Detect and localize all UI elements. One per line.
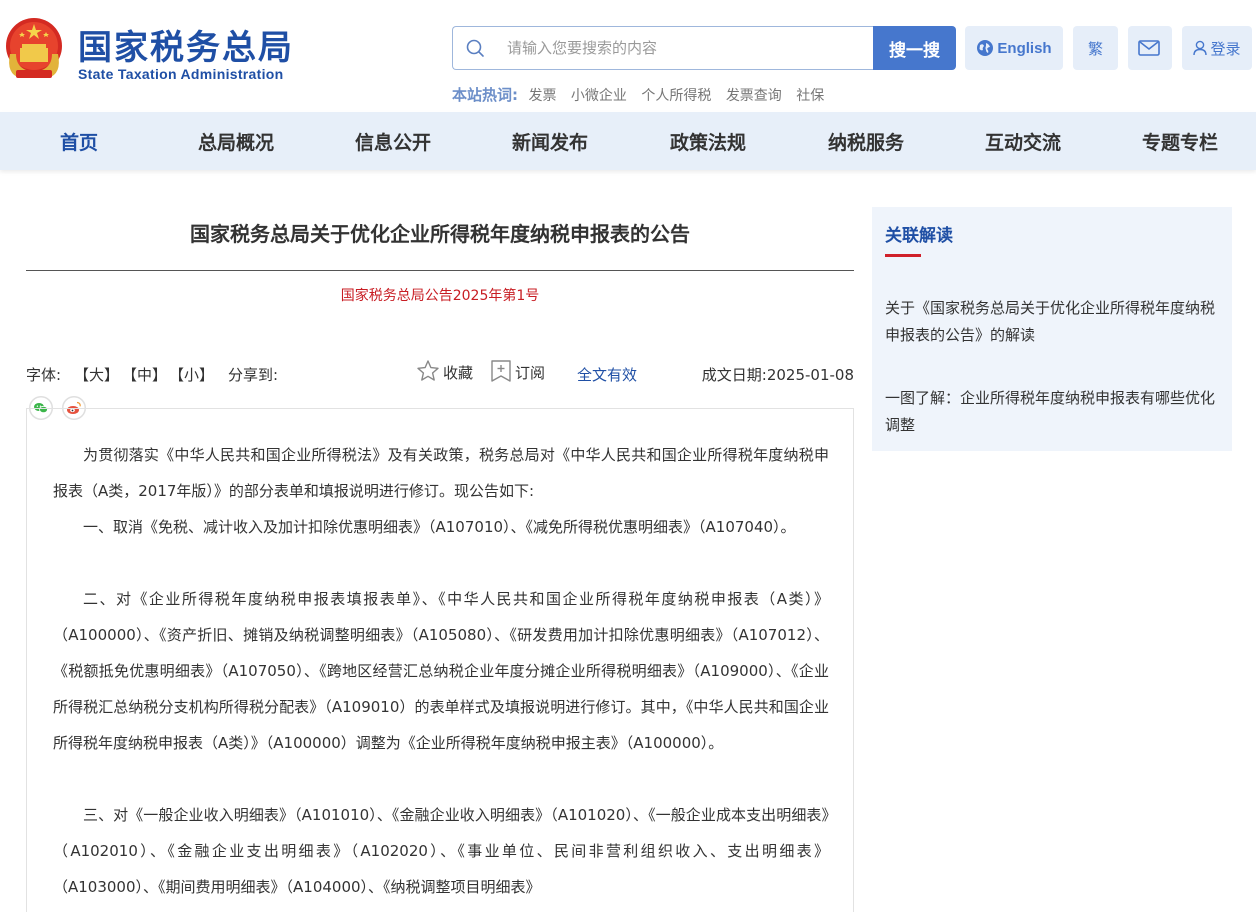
search-icon	[466, 39, 484, 57]
nav-item-special-topics[interactable]: 专题专栏	[1142, 112, 1218, 170]
search-input[interactable]	[507, 27, 867, 69]
related-link[interactable]: 关于《国家税务总局关于优化企业所得税年度纳税申报表的公告》的解读	[885, 295, 1221, 349]
share-label: 分享到:	[228, 366, 279, 384]
date-label: 成文日期:	[701, 366, 767, 384]
hotword-item[interactable]: 个人所得税	[641, 88, 711, 104]
subscribe-button[interactable]: 订阅	[490, 358, 545, 383]
nav-item-info-disclosure[interactable]: 信息公开	[355, 112, 431, 170]
login-label: 登录	[1210, 39, 1241, 58]
hotword-item[interactable]: 发票	[528, 88, 556, 104]
search-button[interactable]: 搜一搜	[873, 26, 956, 70]
national-emblem-icon[interactable]	[2, 14, 66, 82]
star-icon	[417, 359, 439, 381]
article-title: 国家税务总局关于优化企业所得税年度纳税申报表的公告	[190, 222, 690, 246]
hotwords-label: 本站热词:	[452, 86, 518, 104]
logo-title[interactable]: 国家税务总局	[78, 20, 294, 69]
login-button[interactable]: 登录	[1182, 26, 1252, 70]
bookmark-plus-icon	[491, 359, 511, 382]
document-date: 成文日期:2025-01-08	[702, 364, 854, 385]
font-size-medium-button[interactable]: 【中】	[122, 364, 167, 385]
title-divider	[26, 270, 854, 271]
mail-button[interactable]	[1128, 26, 1172, 70]
main-nav: 首页 总局概况 信息公开 新闻发布 政策法规 纳税服务 互动交流 专题专栏	[0, 112, 1256, 170]
date-value: 2025-01-08	[766, 366, 854, 384]
favorite-label: 收藏	[443, 364, 474, 382]
site-header: 国家税务总局 State Taxation Administration 搜一搜…	[0, 0, 1256, 112]
hotword-item[interactable]: 社保	[796, 88, 824, 104]
nav-item-interaction[interactable]: 互动交流	[985, 112, 1061, 170]
article-paragraph: 二、对《企业所得税年度纳税申报表填报表单》、《中华人民共和国企业所得税年度纳税申…	[53, 590, 829, 752]
favorite-button[interactable]: 收藏	[416, 358, 473, 383]
nav-item-tax-service[interactable]: 纳税服务	[828, 112, 904, 170]
user-icon	[1193, 40, 1208, 56]
article-content: 为贯彻落实《中华人民共和国企业所得税法》及有关政策，税务总局对《中华人民共和国企…	[26, 408, 854, 912]
article-paragraph: 一、取消《免税、减计收入及加计扣除优惠明细表》（A107010）、《减免所得税优…	[83, 518, 796, 536]
hotword-item[interactable]: 小微企业	[571, 88, 627, 104]
english-label: English	[997, 39, 1052, 57]
nav-item-news[interactable]: 新闻发布	[512, 112, 588, 170]
hotword-item[interactable]: 发票查询	[726, 88, 782, 104]
related-link[interactable]: 一图了解：企业所得税年度纳税申报表有哪些优化调整	[885, 385, 1221, 439]
document-number: 国家税务总局公告2025年第1号	[340, 288, 540, 304]
article-toolbar: 字体: 【大】 【中】 【小】 分享到: 收藏 订阅 全文有效 成文日期:202…	[26, 359, 854, 386]
validity-status-link[interactable]: 全文有效	[577, 364, 637, 385]
sidebar-title: 关联解读	[885, 226, 953, 246]
sidebar-title-underline	[885, 254, 921, 257]
traditional-chinese-button[interactable]: 繁	[1073, 26, 1118, 70]
hotwords-bar: 本站热词: 发票 小微企业 个人所得税 发票查询 社保	[452, 84, 834, 105]
nav-item-policy[interactable]: 政策法规	[670, 112, 746, 170]
search-box	[452, 26, 874, 70]
article-paragraph: 为贯彻落实《中华人民共和国企业所得税法》及有关政策，税务总局对《中华人民共和国企…	[53, 446, 829, 500]
globe-icon	[977, 40, 994, 56]
font-size-large-button[interactable]: 【大】	[74, 364, 119, 385]
nav-item-overview[interactable]: 总局概况	[198, 112, 274, 170]
font-size-small-button[interactable]: 【小】	[169, 364, 214, 385]
subscribe-label: 订阅	[515, 364, 546, 382]
english-button[interactable]: English	[965, 26, 1063, 70]
font-size-label: 字体:	[26, 366, 62, 384]
mail-icon	[1137, 40, 1160, 56]
related-interpretation-panel: 关联解读 关于《国家税务总局关于优化企业所得税年度纳税申报表的公告》的解读 一图…	[872, 207, 1232, 451]
article-paragraph: 三、对《一般企业收入明细表》（A101010）、《金融企业收入明细表》（A101…	[53, 806, 829, 896]
nav-item-home[interactable]: 首页	[60, 112, 98, 170]
logo-subtitle[interactable]: State Taxation Administration	[78, 66, 284, 82]
